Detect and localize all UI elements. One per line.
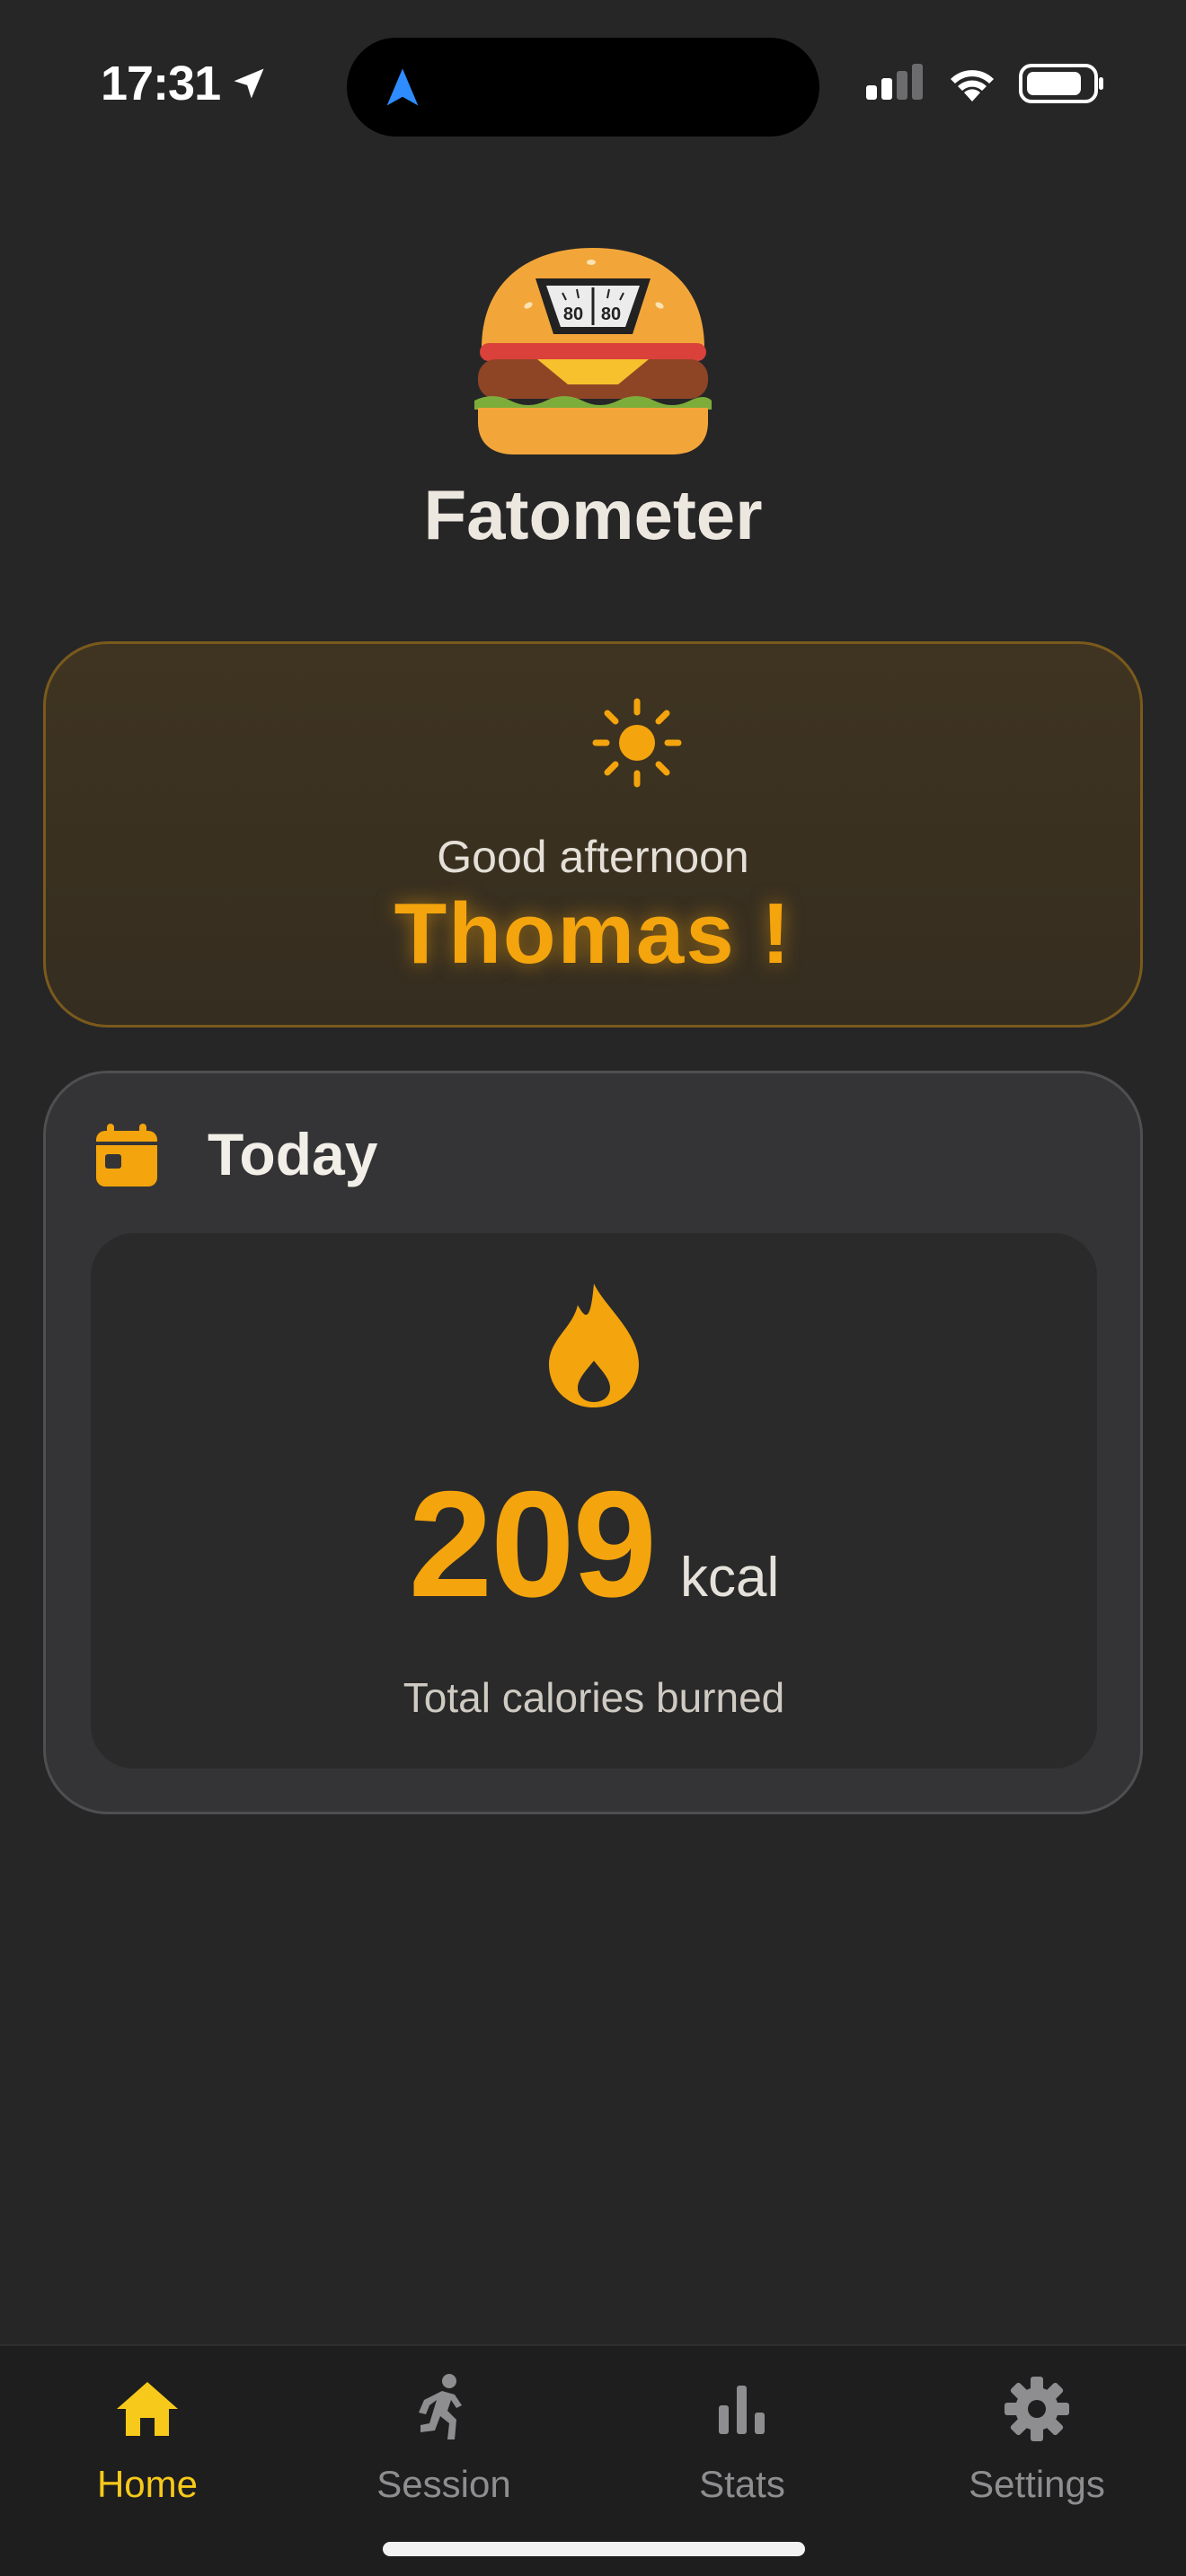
- flame-icon: [549, 1284, 639, 1407]
- dynamic-island: [347, 38, 819, 137]
- logo-scale-right-text: 80: [601, 304, 621, 324]
- greeting-card: Good afternoon Thomas !: [43, 641, 1143, 1028]
- tab-home[interactable]: Home: [13, 2364, 282, 2517]
- wifi-icon: [951, 70, 994, 101]
- greeting-name: Thomas !: [394, 886, 792, 982]
- today-card: Today 209 kcal Total calories burned: [43, 1071, 1143, 1814]
- sun-icon: [592, 698, 682, 788]
- home-screen: 17:31 80 80 Fatometer Good afternoon Tho…: [0, 0, 1186, 2576]
- battery-icon: [1019, 64, 1103, 103]
- tab-stats[interactable]: Stats: [607, 2364, 877, 2517]
- greeting-message: Good afternoon: [437, 832, 749, 882]
- location-arrow-icon: [234, 68, 264, 99]
- home-indicator[interactable]: [383, 2542, 805, 2556]
- status-bar-time: 17:31: [101, 56, 269, 111]
- calories-unit: kcal: [680, 1547, 780, 1609]
- tab-stats-label: Stats: [699, 2463, 785, 2505]
- gear-icon: [1005, 2377, 1069, 2441]
- home-icon: [117, 2382, 178, 2436]
- burger-scale-icon: 80 80: [474, 248, 712, 454]
- tab-session-label: Session: [376, 2463, 511, 2505]
- tab-home-label: Home: [96, 2463, 199, 2505]
- tab-settings[interactable]: Settings: [902, 2364, 1172, 2517]
- navigation-arrow-icon: [386, 68, 419, 106]
- tab-settings-label: Settings: [969, 2463, 1105, 2505]
- bar-chart-icon: [719, 2386, 765, 2434]
- calories-row: 209 kcal: [91, 1458, 1097, 1631]
- status-bar-indicators: [866, 63, 1105, 104]
- status-time-text: 17:31: [101, 57, 221, 110]
- cellular-signal-icon: [866, 64, 923, 100]
- today-title: Today: [208, 1121, 378, 1187]
- calories-card: 209 kcal Total calories burned: [91, 1233, 1097, 1769]
- tab-session[interactable]: Session: [309, 2364, 579, 2517]
- logo-scale-left-text: 80: [563, 304, 583, 324]
- app-title: Fatometer: [423, 475, 763, 554]
- calories-label: Total calories burned: [403, 1674, 785, 1721]
- running-icon: [419, 2374, 462, 2439]
- calendar-icon: [96, 1124, 157, 1187]
- calories-value: 209: [408, 1460, 657, 1628]
